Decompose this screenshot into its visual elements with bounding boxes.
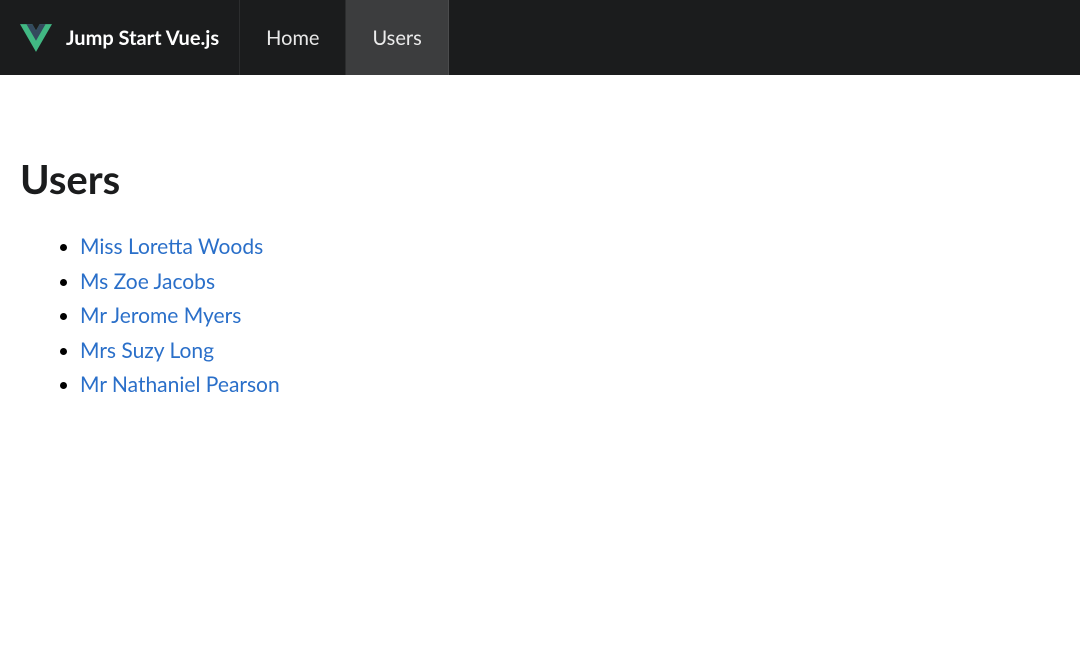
nav-item-users[interactable]: Users xyxy=(346,0,448,75)
page-title: Users xyxy=(20,155,1080,203)
user-list: Miss Loretta Woods Ms Zoe Jacobs Mr Jero… xyxy=(20,231,1080,402)
user-link[interactable]: Mr Jerome Myers xyxy=(80,303,241,328)
navbar: Jump Start Vue.js Home Users xyxy=(0,0,1080,75)
list-item: Miss Loretta Woods xyxy=(80,231,1080,264)
user-link[interactable]: Miss Loretta Woods xyxy=(80,234,263,259)
brand-text: Jump Start Vue.js xyxy=(66,26,219,50)
user-link[interactable]: Mrs Suzy Long xyxy=(80,338,214,363)
list-item: Mr Jerome Myers xyxy=(80,300,1080,333)
nav-item-home[interactable]: Home xyxy=(240,0,346,75)
list-item: Mr Nathaniel Pearson xyxy=(80,369,1080,402)
list-item: Ms Zoe Jacobs xyxy=(80,266,1080,299)
main-content: Users Miss Loretta Woods Ms Zoe Jacobs M… xyxy=(0,75,1080,402)
vue-logo-icon xyxy=(20,22,52,54)
brand[interactable]: Jump Start Vue.js xyxy=(0,0,240,75)
user-link[interactable]: Mr Nathaniel Pearson xyxy=(80,372,280,397)
user-link[interactable]: Ms Zoe Jacobs xyxy=(80,269,215,294)
list-item: Mrs Suzy Long xyxy=(80,335,1080,368)
